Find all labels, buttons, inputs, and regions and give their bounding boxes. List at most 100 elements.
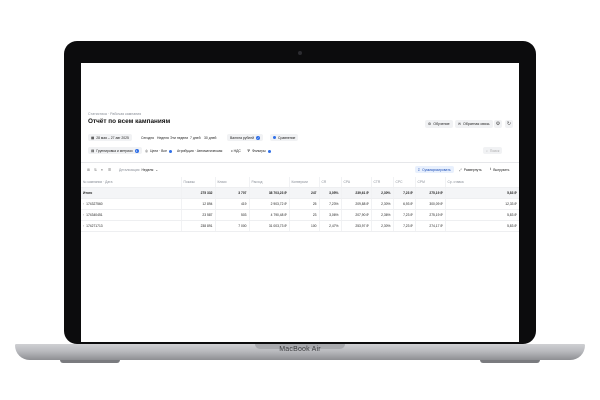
filters-button[interactable]: ⧩ Фильтры — [247, 149, 271, 153]
divider — [81, 162, 519, 163]
column-header[interactable]: CPC — [393, 177, 416, 188]
table-cell: 2,30% — [371, 187, 394, 199]
campaign-cell[interactable]: › 174271713 — [81, 220, 182, 232]
sum-icon: Σ — [418, 167, 421, 172]
graduation-icon: ⚙ — [428, 122, 432, 126]
attribution-select[interactable]: Атрибуция · Автоматическая — [177, 149, 222, 153]
column-header[interactable]: CR — [319, 177, 342, 188]
table-cell: 12 894 — [181, 198, 216, 210]
filter-icon: ⧩ — [247, 149, 251, 153]
table-row[interactable]: › 174271713 238 891 7 000 31 003,73 ₽ 100… — [81, 220, 519, 232]
table-cell: 6,93 ₽ — [393, 198, 416, 210]
quick-period-prev[interactable]: Эти недели — [170, 136, 188, 140]
badge-icon: 1 — [134, 148, 139, 153]
laptop-foot-left — [60, 360, 120, 363]
expand-icon: ⤢ — [459, 167, 462, 172]
table-cell: 300,09 ₽ — [415, 198, 446, 210]
compare-toggle[interactable]: Сравнение — [270, 134, 299, 141]
page-title: Отчёт по всем кампаниям — [88, 118, 171, 125]
currency-toggle[interactable]: Валюта рублей ✓ — [227, 134, 264, 141]
training-button[interactable]: ⚙ Обучение — [425, 120, 453, 128]
table-cell: 5,83 ₽ — [445, 220, 519, 232]
breadcrumb[interactable]: Статистика · Рабочая кампания — [88, 112, 141, 116]
gear-icon[interactable]: ⚙ — [494, 120, 502, 128]
grid-icon: ▤ — [91, 148, 95, 153]
expand-button[interactable]: ⤢ Развернуть — [456, 166, 485, 173]
table-row[interactable]: › 174327560 12 894 419 2 903,72 ₽ 25 7,23… — [81, 198, 519, 210]
list-icon[interactable]: ☰ — [105, 166, 114, 173]
table-cell: 275,19 ₽ — [415, 187, 446, 199]
table-cell: 5,83 ₽ — [445, 187, 519, 199]
date-range-picker[interactable]: ▦ 28 мая – 27 авг 2025 — [88, 134, 132, 141]
screen: Статистика · Рабочая кампания Отчёт по в… — [81, 63, 519, 342]
quick-period-today[interactable]: Сегодня — [141, 136, 154, 140]
column-header[interactable]: № кампании · Дата — [81, 177, 182, 188]
table-cell: 23 — [289, 209, 320, 221]
table-cell: 247 — [289, 187, 320, 199]
download-icon: ⭳ — [490, 166, 492, 171]
table-cell: 253,97 ₽ — [341, 220, 372, 232]
summarize-button[interactable]: Σ Суммаризировать — [415, 166, 454, 173]
table-row[interactable]: › 174340451 23 587 503 4 790,48 ₽ 23 3,06… — [81, 209, 519, 221]
quick-period-7days[interactable]: 7 дней — [190, 136, 200, 140]
table-cell: 275 332 — [181, 187, 216, 199]
table-cell: 2,30% — [371, 198, 394, 210]
quick-period-week[interactable]: Неделя — [157, 136, 169, 140]
campaign-cell[interactable]: › 174340451 — [81, 209, 182, 221]
table-cell: 25 — [289, 198, 320, 210]
chevron-right-icon[interactable]: › — [83, 213, 84, 217]
target-icon: ◎ — [145, 149, 148, 153]
table-cell: 503 — [215, 209, 250, 221]
column-header[interactable]: Клики — [215, 177, 250, 188]
table-cell: 2,47% — [319, 220, 342, 232]
laptop-foot-right — [480, 360, 540, 363]
stats-table: № кампании · Дата Показы Клики Расход Ко… — [81, 177, 519, 232]
export-button[interactable]: ⭳ Выгрузить — [487, 166, 512, 173]
toggle-icon — [273, 136, 276, 139]
chevron-right-icon[interactable]: › — [83, 224, 84, 228]
table-cell: 7,23 ₽ — [393, 187, 416, 199]
table-cell: 2,30% — [371, 220, 394, 232]
search-icon: ⌕ — [486, 148, 488, 153]
column-header[interactable]: Конверсии — [289, 177, 320, 188]
group-metrics-button[interactable]: ▤ Группировка и метрики 1 — [88, 147, 142, 154]
table-cell: 12,33 ₽ — [445, 198, 519, 210]
total-row: Итого 275 332 3 707 38 703,23 ₽ 247 3,05… — [81, 187, 519, 199]
detail-select[interactable]: Детализация Неделя ⌄ — [116, 166, 161, 173]
calendar-icon: ▦ — [91, 135, 95, 140]
column-header[interactable]: Ср. ставка — [445, 177, 519, 188]
table-header-row: № кампании · Дата Показы Клики Расход Ко… — [81, 177, 519, 188]
table-cell: Итого — [81, 187, 182, 199]
table-cell: 419 — [215, 198, 250, 210]
campaign-cell[interactable]: › 174327560 — [81, 198, 182, 210]
table-cell: 2 903,72 ₽ — [249, 198, 290, 210]
table-cell: 207,90 ₽ — [341, 209, 372, 221]
feedback-button[interactable]: ✉ Обратная связь — [455, 120, 493, 128]
table-cell: 5,83 ₽ — [445, 209, 519, 221]
column-header[interactable]: CPM — [415, 177, 446, 188]
refresh-icon[interactable]: ↻ — [505, 120, 513, 128]
table-cell: 7,23 ₽ — [393, 209, 416, 221]
column-header[interactable]: CPA — [341, 177, 372, 188]
chevron-down-icon: ⌄ — [155, 167, 159, 172]
check-icon: ✓ — [256, 135, 261, 140]
column-header[interactable]: Показы — [181, 177, 216, 188]
table-cell: 100 — [289, 220, 320, 232]
table-cell: 23 587 — [181, 209, 216, 221]
table-cell: 209,88 ₽ — [341, 198, 372, 210]
search-input[interactable]: ⌕ Поиск — [483, 147, 503, 154]
column-header[interactable]: CTR — [371, 177, 394, 188]
table-cell: 275,19 ₽ — [415, 209, 446, 221]
chevron-right-icon[interactable]: › — [83, 202, 84, 206]
quick-period-30days[interactable]: 30 дней — [204, 136, 216, 140]
vat-select[interactable]: с НДС — [231, 149, 241, 153]
table-cell: 3,05% — [319, 187, 342, 199]
laptop-model-label: MacBook Air — [279, 346, 321, 353]
table-cell: 38 703,23 ₽ — [249, 187, 290, 199]
table-cell: 274,17 ₽ — [415, 220, 446, 232]
table-cell: 238 891 — [181, 220, 216, 232]
goals-select[interactable]: ◎ Цели · Все — [145, 149, 172, 153]
table-cell: 239,61 ₽ — [341, 187, 372, 199]
column-header[interactable]: Расход — [249, 177, 290, 188]
table-cell: 4 790,48 ₽ — [249, 209, 290, 221]
